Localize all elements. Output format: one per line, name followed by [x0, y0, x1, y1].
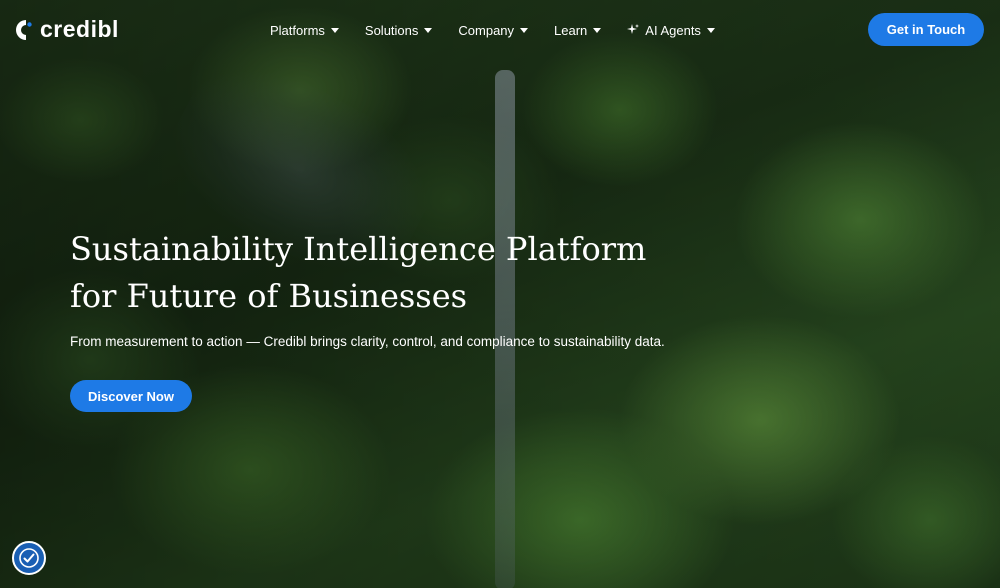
headline-line-2: for Future of Businesses: [70, 277, 468, 315]
headline-line-1: Sustainability Intelligence Platform: [70, 230, 647, 268]
nav-item-platforms[interactable]: Platforms: [270, 20, 339, 40]
chevron-down-icon: [520, 27, 529, 33]
accessibility-widget-button[interactable]: [12, 541, 46, 575]
chevron-down-icon: [593, 27, 602, 33]
accessibility-icon: [19, 548, 39, 568]
nav-item-learn[interactable]: Learn: [554, 20, 602, 40]
chevron-down-icon: [424, 27, 433, 33]
main-menu: Platforms Solutions Company Learn AI Age…: [270, 20, 741, 40]
nav-item-label: Company: [458, 22, 515, 38]
sparkle-icon: [627, 24, 640, 34]
brand-name: credibl: [40, 16, 119, 42]
get-in-touch-button[interactable]: Get in Touch: [868, 13, 984, 46]
chevron-down-icon: [330, 27, 339, 33]
credibl-logo-icon: [16, 19, 32, 40]
chevron-down-icon: [706, 27, 715, 33]
nav-item-ai-agents[interactable]: AI Agents: [627, 20, 715, 40]
nav-item-label: Platforms: [270, 22, 325, 38]
discover-now-button[interactable]: Discover Now: [70, 380, 192, 412]
nav-item-solutions[interactable]: Solutions: [364, 20, 433, 40]
brand-logo[interactable]: credibl: [14, 16, 119, 43]
nav-item-label: Learn: [554, 22, 588, 38]
nav-item-label: Solutions: [364, 22, 419, 38]
nav-item-company[interactable]: Company: [458, 20, 529, 40]
page-title: Sustainability Intelligence Platform for…: [70, 226, 770, 320]
hero-section: credibl Platforms Solutions Company Lear…: [0, 0, 1000, 588]
hero-subtext: From measurement to action — Credibl bri…: [70, 334, 665, 349]
nav-item-label: AI Agents: [645, 22, 701, 38]
top-navigation: credibl Platforms Solutions Company Lear…: [0, 0, 1000, 60]
